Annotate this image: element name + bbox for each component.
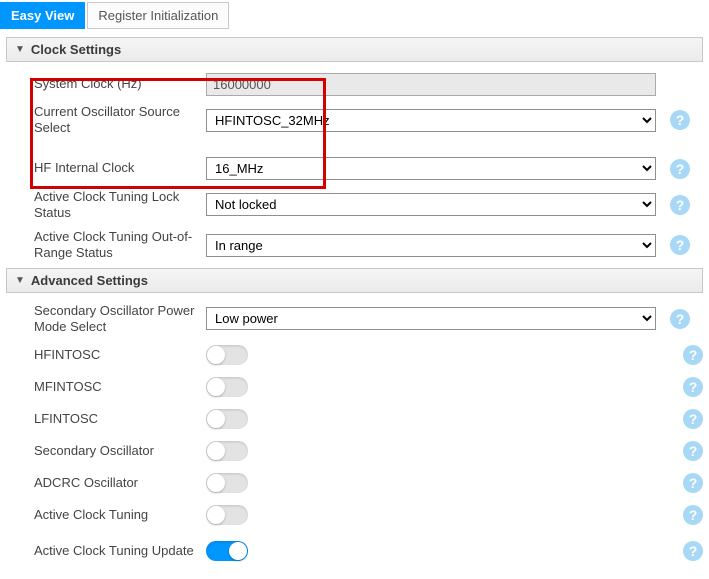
help-icon[interactable]: ?	[683, 541, 703, 561]
help-icon[interactable]: ?	[683, 377, 703, 397]
mfintosc-toggle[interactable]	[206, 377, 248, 397]
label-adcrc-oscillator: ADCRC Oscillator	[34, 475, 206, 491]
label-hf-internal-clock: HF Internal Clock	[34, 160, 206, 176]
label-sosc-power: Secondary Oscillator Power Mode Select	[34, 303, 206, 336]
label-active-clock-tuning-update: Active Clock Tuning Update	[34, 543, 206, 559]
label-lfintosc: LFINTOSC	[34, 411, 206, 427]
hf-internal-clock-select[interactable]: 16_MHz	[206, 157, 656, 180]
section-title: Advanced Settings	[31, 273, 148, 288]
label-secondary-oscillator: Secondary Oscillator	[34, 443, 206, 459]
tab-register-initialization[interactable]: Register Initialization	[87, 2, 229, 29]
system-clock-input[interactable]	[206, 73, 656, 96]
chevron-down-icon: ▼	[15, 44, 25, 55]
adcrc-oscillator-toggle[interactable]	[206, 473, 248, 493]
label-lock-status: Active Clock Tuning Lock Status	[34, 189, 206, 222]
label-oscillator-source: Current Oscillator Source Select	[34, 104, 206, 137]
help-icon[interactable]: ?	[683, 345, 703, 365]
help-icon[interactable]: ?	[670, 195, 690, 215]
label-system-clock: System Clock (Hz)	[34, 76, 206, 92]
label-active-clock-tuning: Active Clock Tuning	[34, 507, 206, 523]
help-icon[interactable]: ?	[683, 473, 703, 493]
section-header-clock-settings[interactable]: ▼ Clock Settings	[6, 37, 703, 62]
secondary-oscillator-toggle[interactable]	[206, 441, 248, 461]
active-clock-tuning-update-toggle[interactable]	[206, 541, 248, 561]
help-icon[interactable]: ?	[683, 441, 703, 461]
sosc-power-select[interactable]: Low power	[206, 307, 656, 330]
oor-status-select[interactable]: In range	[206, 234, 656, 257]
label-oor-status: Active Clock Tuning Out-of-Range Status	[34, 229, 206, 262]
lfintosc-toggle[interactable]	[206, 409, 248, 429]
section-header-advanced-settings[interactable]: ▼ Advanced Settings	[6, 268, 703, 293]
help-icon[interactable]: ?	[683, 409, 703, 429]
active-clock-tuning-toggle[interactable]	[206, 505, 248, 525]
label-hfintosc: HFINTOSC	[34, 347, 206, 363]
help-icon[interactable]: ?	[670, 235, 690, 255]
chevron-down-icon: ▼	[15, 275, 25, 286]
help-icon[interactable]: ?	[683, 505, 703, 525]
oscillator-source-select[interactable]: HFINTOSC_32MHz	[206, 109, 656, 132]
help-icon[interactable]: ?	[670, 309, 690, 329]
tab-easy-view[interactable]: Easy View	[0, 2, 85, 29]
section-title: Clock Settings	[31, 42, 121, 57]
hfintosc-toggle[interactable]	[206, 345, 248, 365]
label-mfintosc: MFINTOSC	[34, 379, 206, 395]
help-icon[interactable]: ?	[670, 159, 690, 179]
help-icon[interactable]: ?	[670, 110, 690, 130]
lock-status-select[interactable]: Not locked	[206, 193, 656, 216]
